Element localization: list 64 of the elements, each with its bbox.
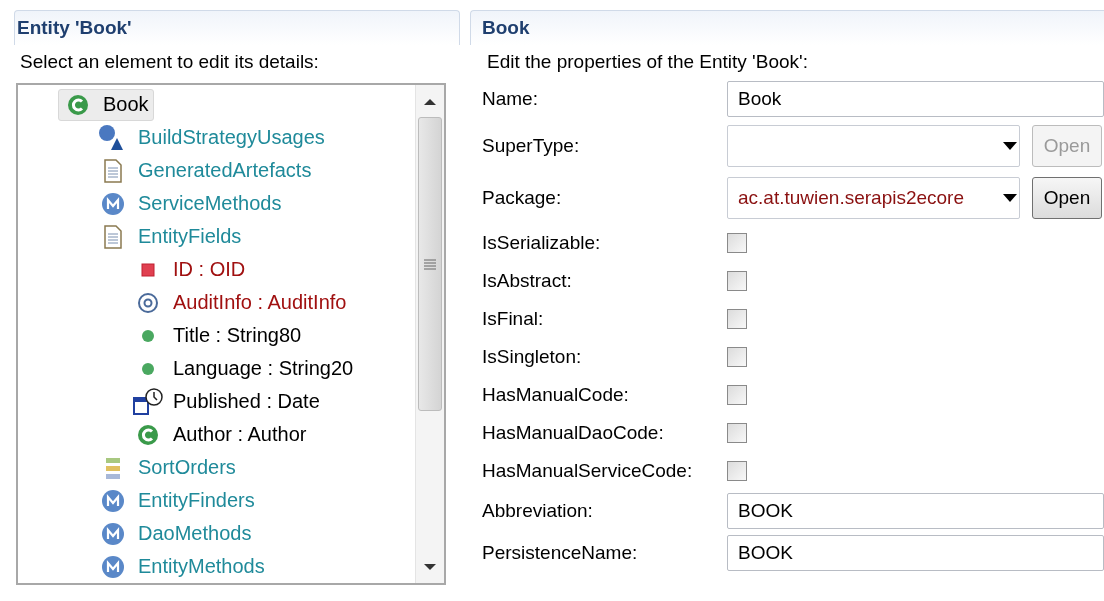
tree-item[interactable]: ServiceMethods [93, 187, 287, 220]
scroll-down-icon[interactable] [424, 563, 436, 571]
tree-item[interactable]: EntityFinders [93, 484, 260, 517]
dropdown-arrow-icon[interactable] [1003, 194, 1017, 202]
input-field[interactable]: Book [727, 81, 1104, 117]
tree-item[interactable]: Language : String20 [128, 352, 359, 385]
instruction-text: Select an element to edit its details: [20, 51, 319, 73]
field-label: IsSerializable: [482, 232, 602, 254]
class-icon [137, 423, 159, 446]
tree-item[interactable]: AuditInfo : AuditInfo [128, 286, 352, 319]
checkbox[interactable] [727, 309, 747, 329]
tree-item[interactable]: Published : Date [128, 385, 325, 418]
field-label: IsSingleton: [482, 346, 583, 368]
class-icon [67, 93, 89, 116]
tree-item[interactable]: Book [58, 88, 154, 121]
panel-title: Book [470, 10, 1104, 45]
dropdown-field[interactable] [727, 125, 1020, 167]
field-label: HasManualCode: [482, 384, 630, 406]
square-icon [141, 262, 155, 277]
scrollbar-thumb[interactable] [418, 117, 442, 411]
method-icon [101, 554, 125, 579]
field-label: IsAbstract: [482, 270, 573, 292]
input-field[interactable]: BOOK [727, 493, 1104, 529]
field-label: PersistenceName: [482, 542, 639, 564]
checkbox[interactable] [727, 423, 747, 443]
instruction-text: Edit the properties of the Entity 'Book': [487, 51, 808, 73]
field-label: Name: [482, 88, 539, 110]
checkbox[interactable] [727, 385, 747, 405]
field-label: Abbreviation: [482, 500, 594, 522]
tree-item[interactable]: Title : String80 [128, 319, 307, 352]
checkbox[interactable] [727, 461, 747, 481]
field-label: Package: [482, 187, 563, 209]
dropdown-arrow-icon[interactable] [1003, 142, 1017, 150]
method-icon [101, 191, 125, 216]
checkbox[interactable] [727, 233, 747, 253]
tree-item[interactable]: EntityFields [93, 220, 247, 253]
tree-item[interactable]: SortOrders [93, 451, 241, 484]
method-icon [101, 488, 125, 513]
checkbox[interactable] [727, 347, 747, 367]
calendar-clock-icon [133, 387, 163, 416]
method-icon [101, 521, 125, 546]
input-field[interactable]: BOOK [727, 535, 1104, 571]
tree-item[interactable]: Author : Author [128, 418, 312, 451]
tree-item[interactable]: DaoMethods [93, 517, 257, 550]
tree-item[interactable]: EntityMethods [93, 550, 270, 583]
dot-icon [141, 328, 155, 343]
tree-item[interactable]: ID : OID [128, 253, 251, 286]
open-button[interactable]: Open [1032, 177, 1102, 219]
field-label: HasManualDaoCode: [482, 422, 665, 444]
scrollbar[interactable] [415, 85, 444, 583]
panel-title: Entity 'Book' [14, 10, 460, 45]
dot-icon [141, 361, 155, 376]
tree-item[interactable]: BuildStrategyUsages [93, 121, 330, 154]
field-label: HasManualServiceCode: [482, 460, 694, 482]
checkbox[interactable] [727, 271, 747, 291]
tree-item[interactable]: GeneratedArtefacts [93, 154, 317, 187]
dropdown-field[interactable]: ac.at.tuwien.serapis2ecore [727, 177, 1020, 219]
field-label: SuperType: [482, 135, 581, 157]
stacked-bars-icon [104, 455, 122, 480]
scroll-up-icon[interactable] [424, 97, 436, 105]
field-label: IsFinal: [482, 308, 545, 330]
document-icon [103, 158, 123, 183]
document-icon [103, 224, 123, 249]
grip-icon [424, 258, 436, 270]
